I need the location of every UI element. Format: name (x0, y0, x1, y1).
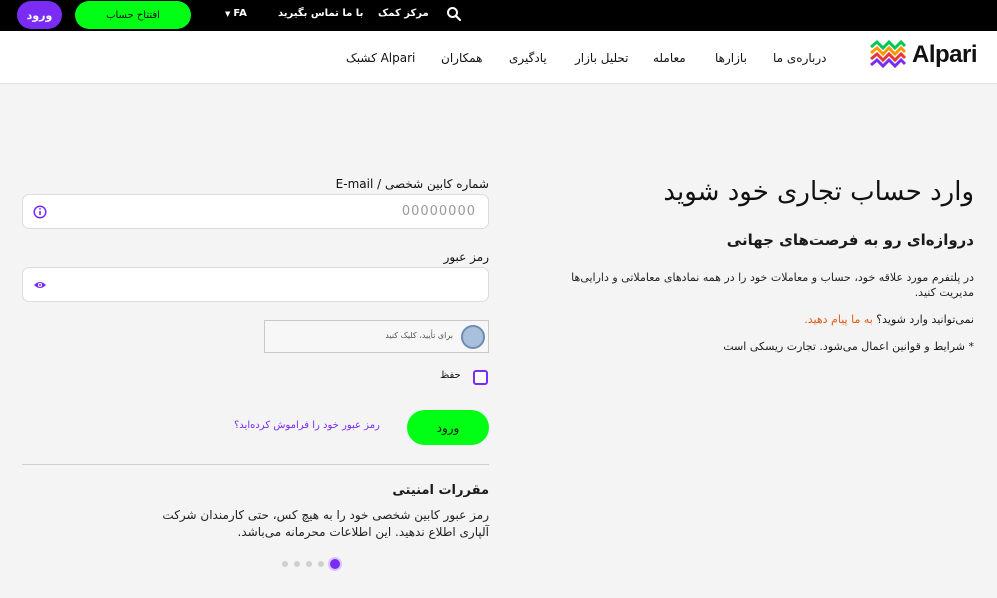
cant-login-prefix: نمی‌توانید وارد شوید؟ (876, 313, 974, 326)
account-placeholder: 00000000 (401, 204, 476, 219)
nav-item-analysis[interactable]: تحلیل بازار (575, 51, 629, 65)
page-title: وارد حساب تجاری خود شوید (663, 177, 974, 207)
slider-dot[interactable] (306, 561, 312, 567)
nav-item-partners[interactable]: همکاران (441, 51, 483, 65)
page-subtitle: دروازه‌ای رو به فرصت‌های جهانی (726, 231, 974, 249)
message-us-link[interactable]: به ما پیام دهید. (804, 313, 873, 326)
help-center-link[interactable]: مرکز کمک (378, 8, 429, 19)
alpari-logo-icon (870, 39, 907, 69)
login-submit-button[interactable]: ورود (407, 410, 489, 445)
search-icon[interactable] (446, 6, 462, 22)
account-input[interactable]: 00000000 (22, 194, 489, 229)
captcha-icon (461, 325, 485, 349)
login-button-top[interactable]: ورود (17, 1, 62, 29)
nav-item-about[interactable]: درباره‌ی ما (773, 51, 827, 65)
brand-name: Alpari (912, 41, 978, 68)
main-nav: کشبک Alpari همکاران یادگیری تحلیل بازار … (0, 31, 997, 84)
language-selector[interactable]: ▼ FA (225, 8, 247, 19)
divider (22, 464, 489, 465)
slider-dot[interactable] (318, 561, 324, 567)
captcha-text: برای تأیید، کلیک کنید (385, 331, 453, 340)
slider-dot-active[interactable] (330, 559, 340, 569)
security-text: رمز عبور کابین شخصی خود را به هیچ کس، حت… (162, 508, 489, 539)
forgot-password-link[interactable]: رمز عبور خود را فراموش کرده‌اید؟ (234, 420, 380, 431)
nav-item-cashback[interactable]: کشبک Alpari (346, 51, 415, 65)
account-field-label: شماره کابین شخصی / E-mail (335, 177, 489, 191)
contact-link[interactable]: با ما تماس بگیرید (278, 8, 363, 19)
nav-item-trading[interactable]: معامله (653, 51, 686, 65)
open-account-button[interactable]: افتتاح حساب (75, 1, 191, 29)
slider-dot[interactable] (282, 561, 288, 567)
terms-note: * شرایط و قوانین اعمال می‌شود. تجارت ریس… (723, 340, 974, 353)
nav-item-learning[interactable]: یادگیری (509, 51, 547, 65)
slider-dots (282, 559, 340, 569)
language-label: FA (233, 8, 247, 19)
nav-item-markets[interactable]: بازارها (715, 51, 747, 65)
remember-checkbox[interactable] (473, 370, 488, 385)
slider-dot[interactable] (294, 561, 300, 567)
password-field-label: رمز عبور (443, 250, 489, 264)
info-icon[interactable] (33, 205, 47, 219)
caret-down-icon: ▼ (225, 9, 231, 18)
password-input[interactable] (22, 267, 489, 302)
top-bar: ورود افتتاح حساب ▼ FA با ما تماس بگیرید … (0, 0, 997, 31)
cant-login-text: نمی‌توانید وارد شوید؟ به ما پیام دهید. (700, 313, 974, 326)
captcha-widget[interactable]: برای تأیید، کلیک کنید (264, 320, 489, 353)
page-description: در پلتفرم مورد علاقه خود، حساب و معاملات… (571, 271, 974, 299)
eye-icon[interactable] (33, 278, 47, 292)
brand-logo[interactable]: Alpari (869, 39, 978, 71)
security-title: مقررات امنیتی (392, 483, 489, 498)
remember-label: حفظ (440, 370, 461, 381)
